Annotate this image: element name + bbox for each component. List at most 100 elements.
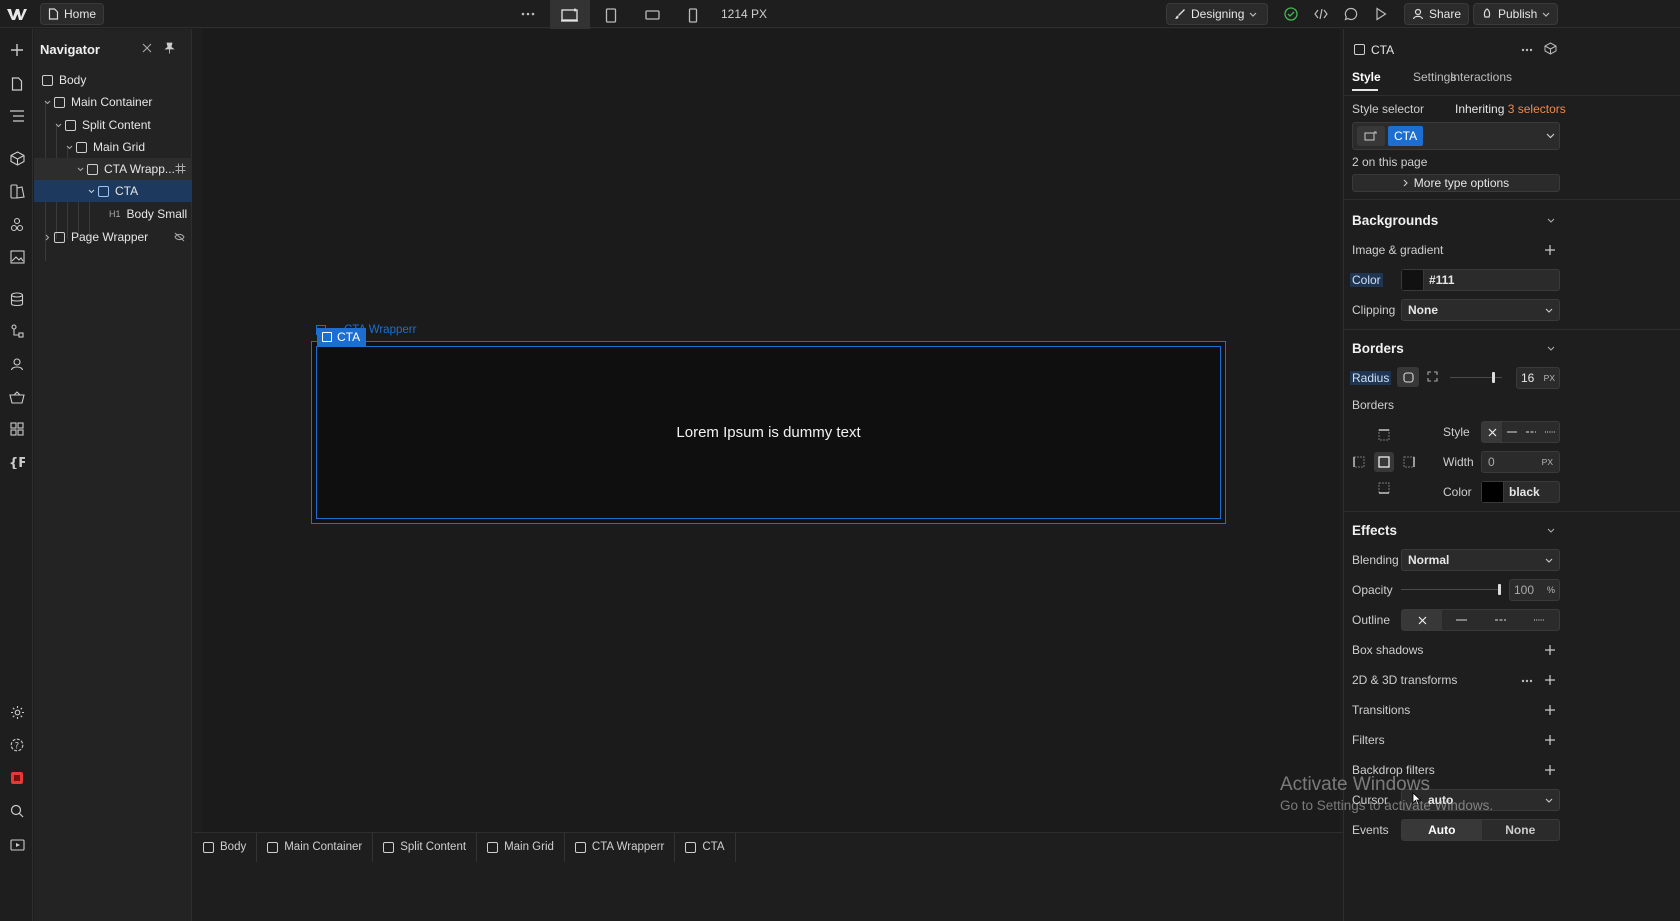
publish-button[interactable]: Publish bbox=[1473, 3, 1559, 25]
chevron-right-icon[interactable] bbox=[42, 232, 52, 242]
inheriting-label[interactable]: Inheriting 3 selectors bbox=[1455, 102, 1566, 116]
code-icon[interactable] bbox=[1310, 4, 1332, 24]
border-style-dashed-icon[interactable] bbox=[1521, 431, 1540, 433]
section-collapse-icon[interactable] bbox=[1547, 346, 1555, 351]
logic-flow-icon[interactable] bbox=[6, 320, 28, 342]
more-type-options-button[interactable]: More type options bbox=[1352, 174, 1560, 192]
record-stop-icon[interactable] bbox=[6, 767, 28, 789]
navigator-item-body[interactable]: Body bbox=[34, 69, 192, 91]
chevron-down-icon[interactable] bbox=[1546, 133, 1555, 139]
color-swatch[interactable] bbox=[1482, 482, 1504, 502]
collapse-all-icon[interactable] bbox=[142, 43, 152, 53]
navigator-item-cta[interactable]: CTA bbox=[34, 180, 192, 202]
chevron-down-icon[interactable] bbox=[75, 164, 85, 174]
border-bottom-side-icon[interactable] bbox=[1378, 482, 1390, 494]
desktop-breakpoint-icon[interactable] bbox=[550, 0, 590, 30]
navigator-item-page-wrapper[interactable]: Page Wrapper bbox=[34, 226, 192, 248]
finsweet-attributes-icon[interactable]: {F bbox=[6, 451, 28, 473]
navigator-icon[interactable] bbox=[6, 105, 28, 127]
selector-options-icon[interactable] bbox=[1357, 126, 1385, 146]
effects-section-title[interactable]: Effects bbox=[1352, 523, 1397, 538]
border-style-solid-icon[interactable] bbox=[1502, 431, 1521, 433]
opacity-field[interactable]: 100 % bbox=[1509, 579, 1560, 601]
events-none-option[interactable]: None bbox=[1482, 823, 1560, 837]
transform-options-icon[interactable] bbox=[1521, 679, 1533, 683]
events-auto-option[interactable]: Auto bbox=[1402, 820, 1482, 840]
breadcrumb-item[interactable]: Split Content bbox=[373, 832, 478, 862]
navigator-item-cta-wrapper[interactable]: CTA Wrapp... bbox=[34, 158, 192, 180]
share-button[interactable]: Share bbox=[1404, 3, 1470, 25]
borders-section-title[interactable]: Borders bbox=[1352, 341, 1404, 356]
add-background-icon[interactable] bbox=[1544, 244, 1558, 258]
border-right-side-icon[interactable] bbox=[1403, 456, 1415, 468]
outline-solid-icon[interactable] bbox=[1442, 619, 1481, 621]
hidden-eye-icon[interactable] bbox=[174, 232, 185, 242]
border-width-field[interactable]: 0 PX bbox=[1481, 451, 1560, 473]
settings-gear-icon[interactable] bbox=[6, 701, 28, 723]
cta-selected-tag[interactable]: CTA bbox=[317, 328, 367, 346]
add-transform-icon[interactable] bbox=[1544, 674, 1558, 688]
outline-dotted-icon[interactable] bbox=[1520, 619, 1559, 621]
border-style-dotted-icon[interactable] bbox=[1540, 431, 1559, 433]
breadcrumb-item[interactable]: CTA bbox=[675, 832, 736, 862]
tab-interactions[interactable]: Interactions bbox=[1450, 70, 1512, 84]
border-color-field[interactable]: black bbox=[1481, 481, 1560, 503]
cms-database-icon[interactable] bbox=[6, 288, 28, 310]
mobile-portrait-breakpoint-icon[interactable] bbox=[673, 0, 713, 30]
add-panel-icon[interactable] bbox=[6, 39, 28, 61]
color-swatch[interactable] bbox=[1402, 270, 1424, 290]
radius-field[interactable]: 16 PX bbox=[1516, 367, 1560, 389]
border-all-sides-icon[interactable] bbox=[1374, 452, 1394, 472]
chevron-down-icon[interactable] bbox=[42, 97, 52, 107]
video-tutorials-icon[interactable] bbox=[6, 833, 28, 855]
pin-icon[interactable] bbox=[164, 42, 175, 54]
radius-slider-handle[interactable] bbox=[1491, 372, 1495, 383]
radius-slider[interactable] bbox=[1450, 372, 1502, 383]
outline-dashed-icon[interactable] bbox=[1481, 619, 1520, 621]
cta-element[interactable]: Lorem Ipsum is dummy text bbox=[316, 346, 1221, 519]
users-icon[interactable] bbox=[6, 353, 28, 375]
style-manager-icon[interactable] bbox=[6, 180, 28, 202]
tablet-breakpoint-icon[interactable] bbox=[591, 0, 631, 30]
backgrounds-section-title[interactable]: Backgrounds bbox=[1352, 213, 1438, 228]
chevron-down-icon[interactable] bbox=[64, 142, 74, 152]
assets-icon[interactable] bbox=[6, 246, 28, 268]
chevron-down-icon[interactable] bbox=[86, 186, 96, 196]
add-transition-icon[interactable] bbox=[1544, 704, 1558, 718]
selector-chip[interactable]: CTA bbox=[1388, 126, 1424, 146]
opacity-slider-handle[interactable] bbox=[1498, 584, 1501, 595]
variables-icon[interactable] bbox=[6, 213, 28, 235]
breadcrumb-item[interactable]: Main Container bbox=[257, 832, 374, 862]
border-width-unit[interactable]: PX bbox=[1542, 457, 1553, 467]
cta-heading-text[interactable]: Lorem Ipsum is dummy text bbox=[676, 424, 860, 441]
border-left-side-icon[interactable] bbox=[1353, 456, 1365, 468]
search-icon[interactable] bbox=[6, 800, 28, 822]
mode-dropdown[interactable]: Designing bbox=[1166, 3, 1268, 25]
section-collapse-icon[interactable] bbox=[1547, 218, 1555, 223]
chevron-down-icon[interactable] bbox=[53, 120, 63, 130]
more-options-icon[interactable] bbox=[517, 4, 539, 24]
bg-color-field[interactable]: #111 bbox=[1401, 269, 1560, 291]
blending-select[interactable]: Normal bbox=[1401, 549, 1560, 571]
outline-none-icon[interactable] bbox=[1402, 610, 1442, 630]
preview-play-icon[interactable] bbox=[1370, 4, 1392, 24]
add-filter-icon[interactable] bbox=[1544, 734, 1558, 748]
navigator-item-split-content[interactable]: Split Content bbox=[34, 114, 192, 136]
add-box-shadow-icon[interactable] bbox=[1544, 644, 1558, 658]
check-status-icon[interactable] bbox=[1280, 4, 1302, 24]
mobile-landscape-breakpoint-icon[interactable] bbox=[632, 0, 672, 30]
apps-icon[interactable] bbox=[6, 418, 28, 440]
breadcrumb-item[interactable]: CTA Wrapperr bbox=[565, 832, 676, 862]
comments-icon[interactable] bbox=[1340, 4, 1362, 24]
navigator-item-main-container[interactable]: Main Container bbox=[34, 91, 192, 113]
clipping-select[interactable]: None bbox=[1401, 299, 1560, 321]
opacity-slider[interactable] bbox=[1401, 584, 1501, 595]
style-selector-field[interactable]: CTA bbox=[1352, 122, 1560, 150]
border-top-side-icon[interactable] bbox=[1378, 429, 1390, 441]
ecommerce-basket-icon[interactable] bbox=[6, 386, 28, 408]
home-page-button[interactable]: Home bbox=[40, 3, 105, 25]
section-collapse-icon[interactable] bbox=[1547, 528, 1555, 533]
webflow-logo-icon[interactable] bbox=[6, 6, 28, 22]
tab-style[interactable]: Style bbox=[1352, 70, 1381, 84]
more-options-icon[interactable] bbox=[1521, 48, 1533, 52]
